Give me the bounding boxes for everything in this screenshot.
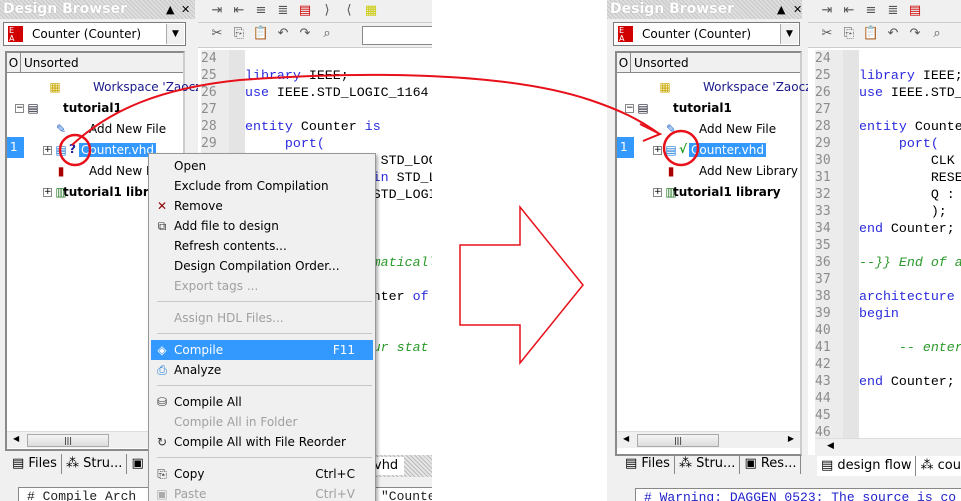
big-arrow-icon <box>459 204 584 366</box>
highlight-circle-after <box>662 129 700 167</box>
curved-arrow-line <box>71 73 659 146</box>
annotation-overlay <box>58 73 700 366</box>
highlight-circle-before <box>58 133 92 167</box>
